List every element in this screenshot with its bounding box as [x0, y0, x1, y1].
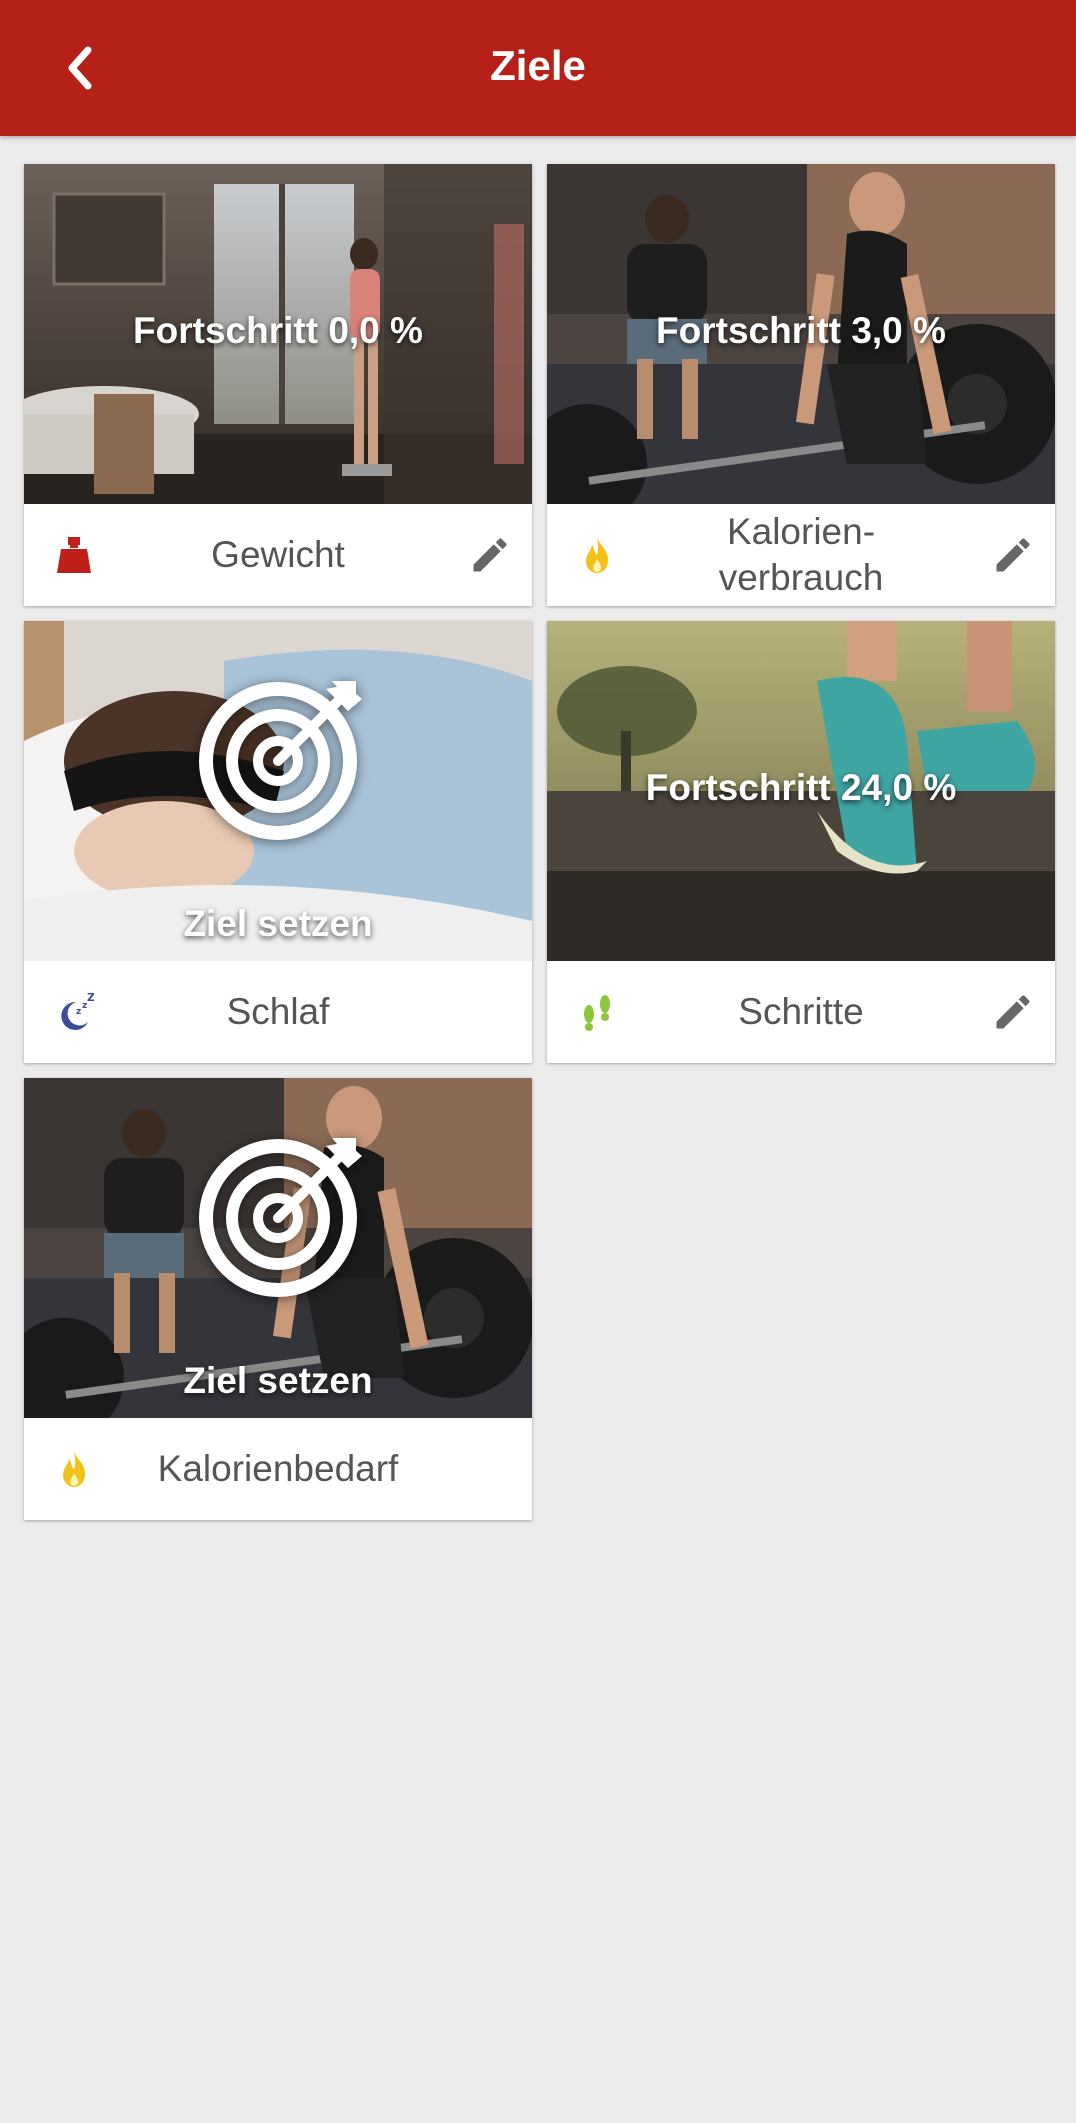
flame-icon	[586, 537, 608, 573]
goal-card-footer: Kalorienbedarf	[24, 1418, 532, 1520]
goal-label: Gewicht	[211, 534, 345, 575]
target-icon	[199, 681, 362, 840]
svg-text:Z: Z	[87, 992, 94, 1004]
edit-pencil-icon[interactable]	[991, 990, 1035, 1034]
weight-icon	[57, 537, 91, 573]
goal-card-image: Fortschritt 3,0 %	[547, 164, 1055, 504]
goal-label: Schlaf	[226, 991, 330, 1032]
goal-card-image: Fortschritt 24,0 %	[547, 621, 1055, 961]
edit-pencil-icon[interactable]	[991, 533, 1035, 577]
goal-card-weight[interactable]: Fortschritt 0,0 % Gewicht	[24, 164, 532, 606]
goal-label: Schritte	[738, 991, 864, 1032]
edit-pencil-icon[interactable]	[468, 533, 512, 577]
set-goal-text: Ziel setzen	[183, 1360, 373, 1401]
goal-card-footer: Gewicht	[24, 504, 532, 606]
goal-card-calorie-need[interactable]: Ziel setzen Kalorienbedarf	[24, 1078, 532, 1520]
goal-label: Kalorienbedarf	[157, 1448, 399, 1489]
progress-text: Fortschritt 3,0 %	[656, 310, 946, 351]
goal-card-footer: Kalorien- verbrauch	[547, 504, 1055, 606]
target-icon	[199, 1138, 362, 1297]
sleep-moon-icon: z z Z	[61, 992, 94, 1030]
goal-label: Kalorien- verbrauch	[718, 511, 884, 598]
goal-card-calorie-burn[interactable]: Fortschritt 3,0 % Kalorien- verbrauch	[547, 164, 1055, 606]
footsteps-icon	[584, 995, 610, 1031]
progress-text: Fortschritt 0,0 %	[133, 310, 423, 351]
set-goal-text: Ziel setzen	[183, 903, 373, 944]
goal-card-footer: z z Z Schlaf	[24, 961, 532, 1063]
page-title: Ziele	[490, 42, 586, 89]
goal-card-image: Ziel setzen	[24, 1078, 532, 1418]
progress-text: Fortschritt 24,0 %	[645, 767, 957, 808]
goal-card-footer: Schritte	[547, 961, 1055, 1063]
goal-card-image: Ziel setzen	[24, 621, 532, 961]
goal-card-image: Fortschritt 0,0 %	[24, 164, 532, 504]
goal-card-sleep[interactable]: Ziel setzen z z Z Schlaf	[24, 621, 532, 1063]
goal-card-steps[interactable]: Fortschritt 24,0 % Schritte	[547, 621, 1055, 1063]
svg-text:z: z	[76, 1007, 81, 1017]
flame-icon	[63, 1451, 85, 1487]
app-header: Ziele	[0, 0, 1076, 136]
